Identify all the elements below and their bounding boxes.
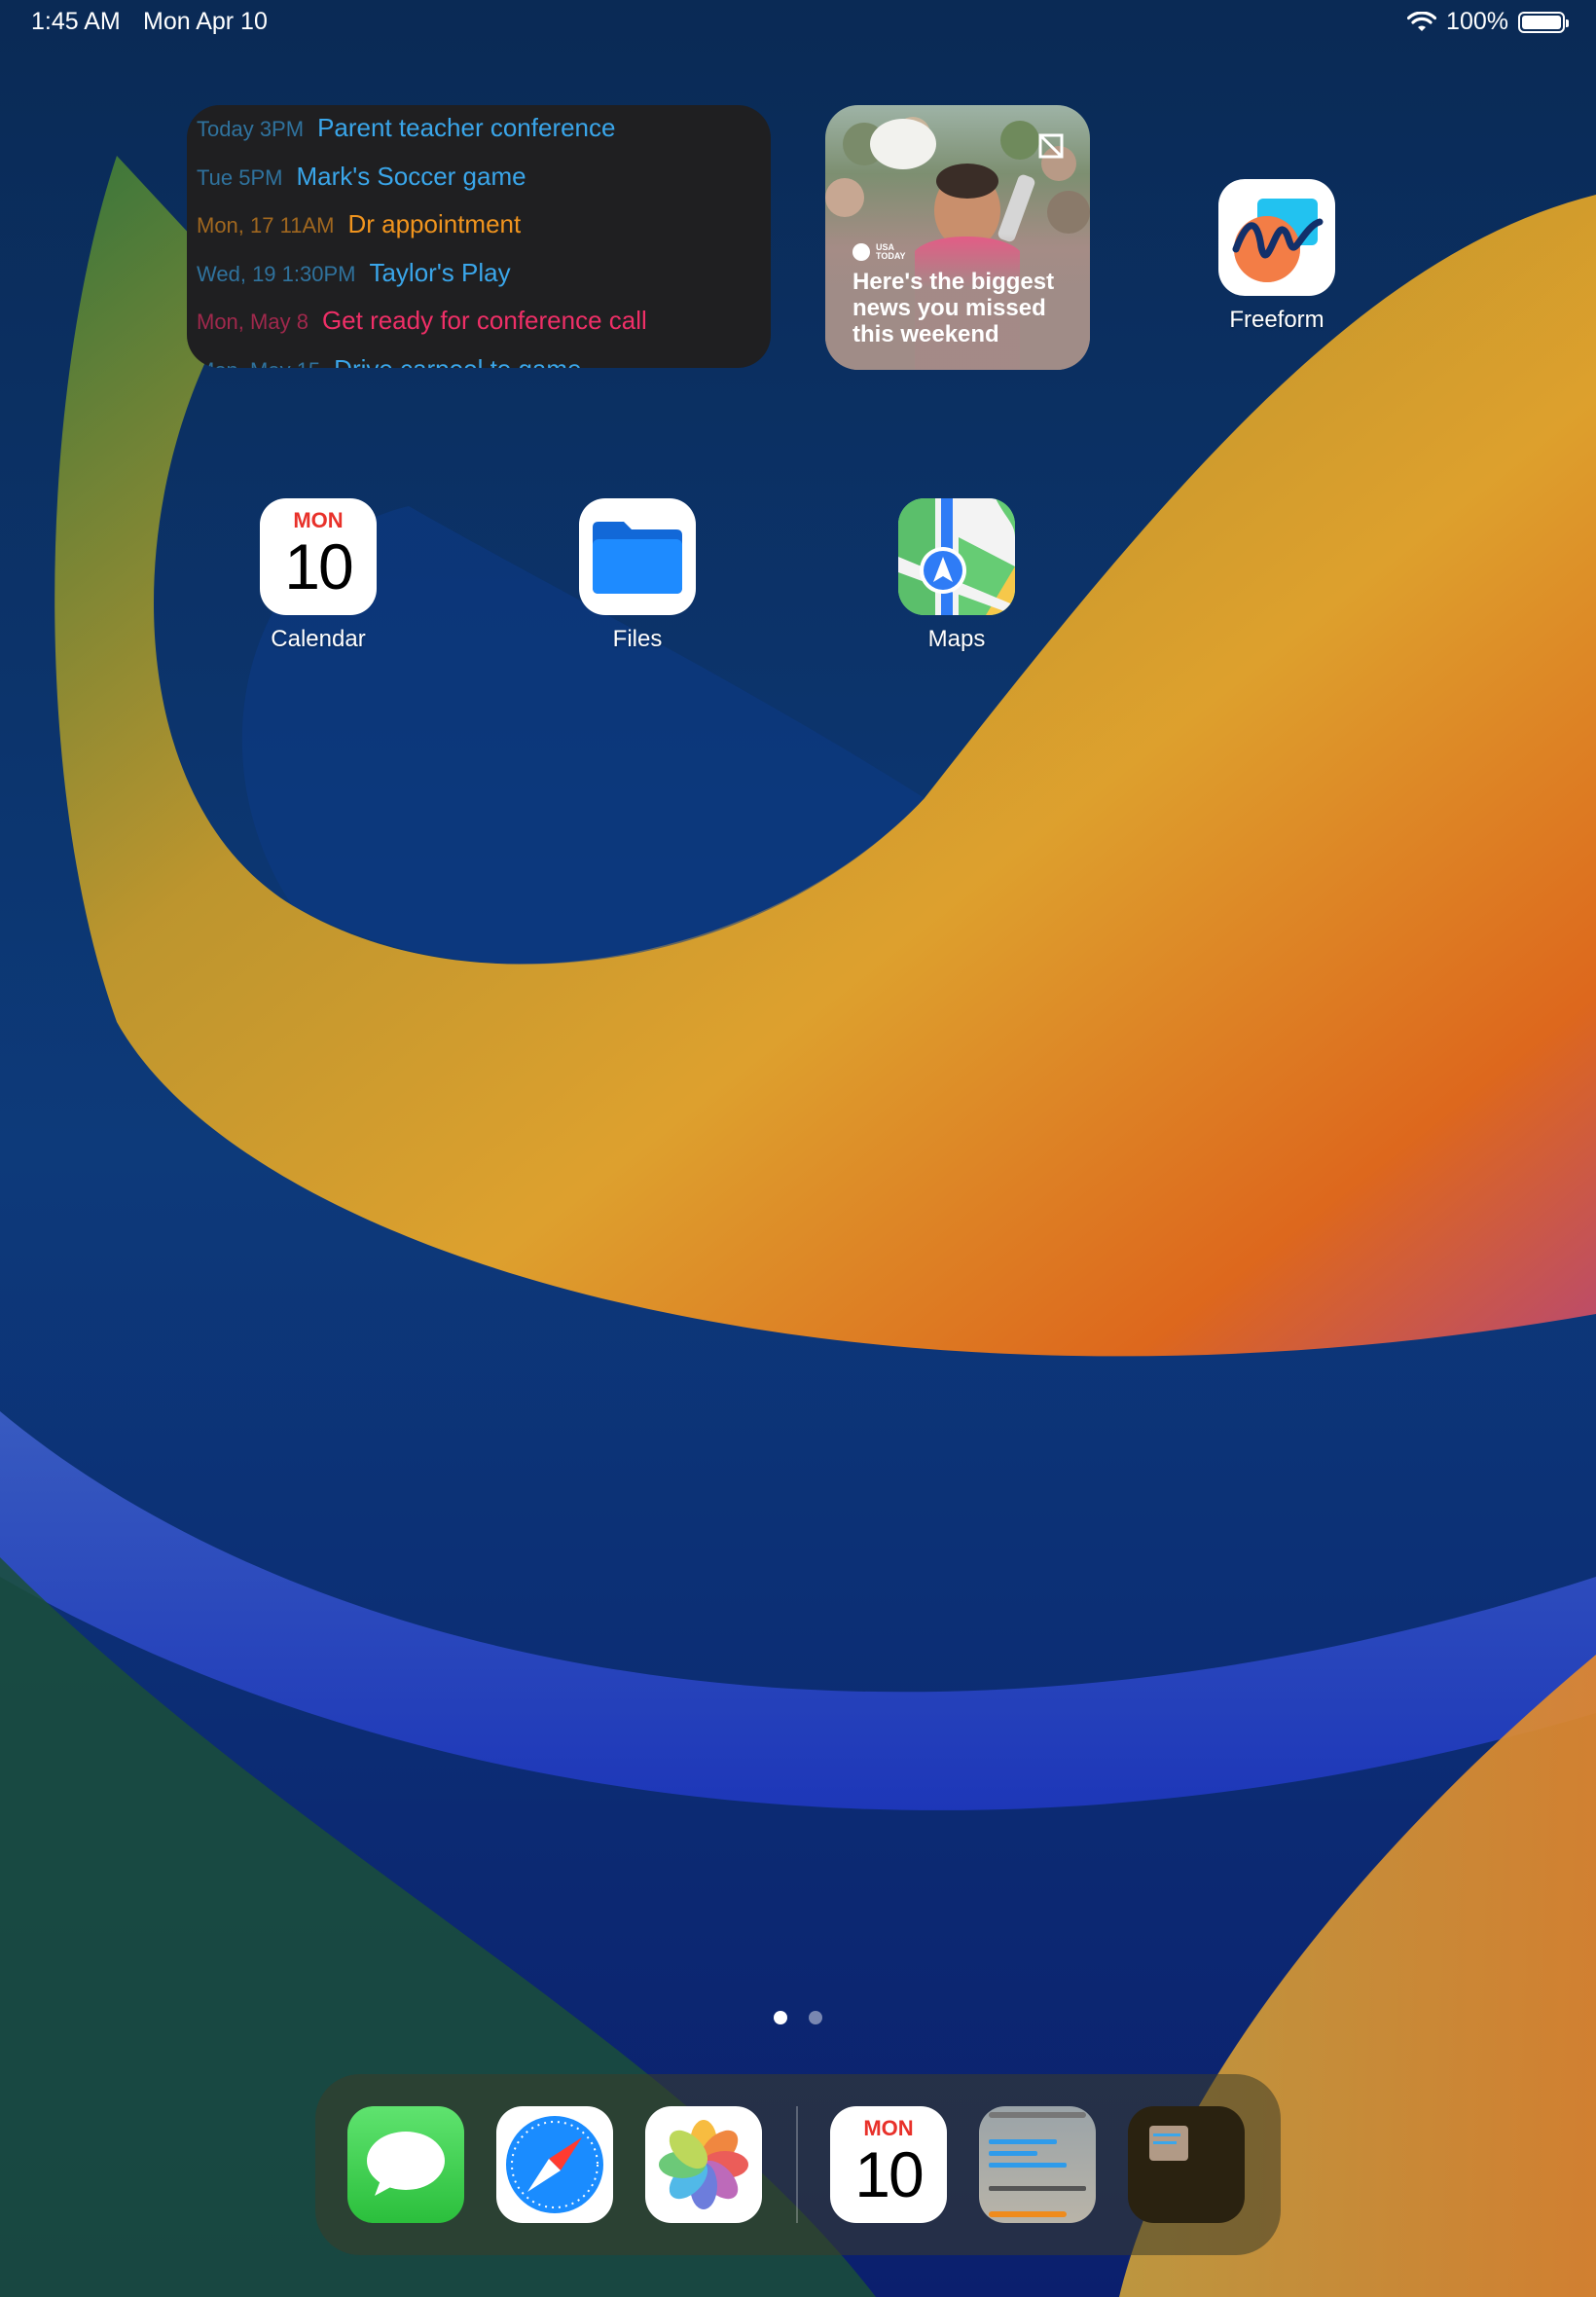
- news-headline: Here's the biggest news you missed this …: [852, 269, 1055, 347]
- event-title: Parent teacher conference: [317, 113, 616, 142]
- dock-divider: [796, 2106, 798, 2223]
- event-time: Wed, 19 1:30PM: [197, 261, 356, 286]
- event-title: Taylor's Play: [369, 257, 511, 287]
- recent-app-icon[interactable]: [979, 2106, 1096, 2223]
- status-bar: 1:45 AM Mon Apr 10 100%: [0, 0, 1596, 47]
- calendar-event[interactable]: Mon, 17 11AM Dr appointment: [197, 209, 761, 258]
- battery-icon: [1518, 11, 1569, 33]
- app-files[interactable]: Files: [560, 498, 715, 653]
- event-title: Dr appointment: [347, 209, 522, 238]
- calendar-widget[interactable]: Today 3PM Parent teacher conference Tue …: [187, 105, 771, 368]
- calendar-event[interactable]: Mon, May 8 Get ready for conference call: [197, 306, 761, 354]
- event-title: Get ready for conference call: [321, 306, 647, 335]
- app-calendar[interactable]: MON 10 Calendar: [240, 498, 396, 653]
- battery-fill: [1522, 15, 1561, 29]
- photos-icon[interactable]: [645, 2106, 762, 2223]
- app-label: Files: [612, 626, 663, 652]
- news-icon: [1038, 133, 1064, 159]
- calendar-event[interactable]: Tue 5PM Mark's Soccer game: [197, 162, 761, 210]
- freeform-icon: [1218, 179, 1335, 296]
- page-dot-1[interactable]: [774, 2011, 787, 2024]
- event-time: Tue 5PM: [197, 164, 283, 190]
- files-icon: [579, 498, 696, 615]
- status-indicators: 100%: [1407, 8, 1569, 36]
- event-time: Mon, 17 11AM: [197, 213, 335, 237]
- page-indicator[interactable]: [0, 2011, 1596, 2024]
- wifi-icon: [1407, 11, 1437, 31]
- app-label: Freeform: [1229, 307, 1324, 333]
- app-label: Maps: [927, 626, 986, 652]
- calendar-icon[interactable]: MON 10: [830, 2106, 947, 2223]
- page-dot-2[interactable]: [809, 2011, 822, 2024]
- maps-icon: [898, 498, 1015, 615]
- calendar-icon: MON 10: [260, 498, 377, 615]
- calendar-icon-day: 10: [854, 2138, 924, 2210]
- dock: MON 10: [315, 2074, 1281, 2255]
- app-label: Calendar: [271, 626, 366, 652]
- event-time: Mon, May 15: [197, 358, 320, 369]
- calendar-event[interactable]: Wed, 19 1:30PM Taylor's Play: [197, 258, 761, 307]
- event-time: Mon, May 8: [197, 310, 308, 334]
- event-time: Today 3PM: [197, 117, 305, 141]
- calendar-event[interactable]: Today 3PM Parent teacher conference: [197, 113, 761, 162]
- news-source: USA TODAY: [852, 243, 915, 261]
- battery-percent: 100%: [1446, 8, 1508, 35]
- event-title: Drive carpool to game: [334, 354, 581, 369]
- recent-app-icon[interactable]: [1128, 2106, 1245, 2223]
- app-freeform[interactable]: Freeform: [1199, 179, 1355, 334]
- calendar-event[interactable]: Mon, May 15 Drive carpool to game: [197, 354, 761, 369]
- safari-icon[interactable]: [496, 2106, 613, 2223]
- status-time: 1:45 AM: [31, 8, 121, 35]
- app-maps[interactable]: Maps: [879, 498, 1034, 653]
- usa-today-logo-icon: [852, 243, 870, 261]
- news-source-label: USA TODAY: [876, 242, 906, 261]
- status-date: Mon Apr 10: [143, 8, 268, 35]
- news-widget[interactable]: USA TODAY Here's the biggest news you mi…: [825, 105, 1090, 370]
- calendar-icon-day: 10: [284, 530, 353, 602]
- event-title: Mark's Soccer game: [296, 161, 526, 191]
- messages-icon[interactable]: [347, 2106, 464, 2223]
